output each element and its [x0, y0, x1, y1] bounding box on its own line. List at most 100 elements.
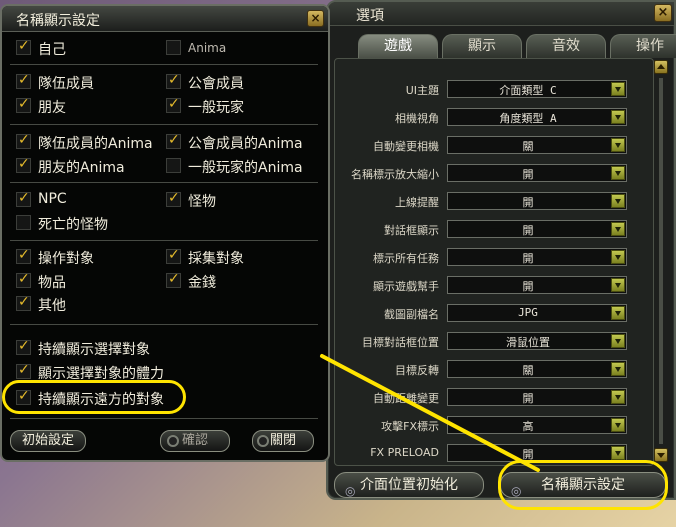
- dropdown-arrow-icon[interactable]: [611, 250, 625, 264]
- reset-ui-position-label: 介面位置初始化: [360, 477, 458, 493]
- setting-value: 滑鼠位置: [506, 336, 550, 349]
- checkbox-label: NPC: [38, 191, 67, 207]
- setting-row: 相機視角 角度類型 A: [335, 105, 635, 133]
- dropdown-arrow-icon[interactable]: [611, 362, 625, 376]
- tab-controls[interactable]: 操作: [610, 34, 676, 58]
- setting-value: 介面類型 C: [499, 84, 557, 97]
- setting-dropdown[interactable]: 開: [447, 248, 627, 266]
- initial-settings-button[interactable]: 初始設定: [10, 430, 86, 452]
- options-close-button[interactable]: ×: [654, 4, 672, 22]
- checkbox-icon[interactable]: [166, 158, 181, 173]
- checkbox-label: 公會成員的Anima: [188, 136, 303, 152]
- dropdown-arrow-icon[interactable]: [611, 194, 625, 208]
- checkbox-icon[interactable]: [16, 294, 31, 311]
- setting-value: 關: [522, 364, 534, 377]
- setting-label: 自動距離變更: [373, 392, 439, 405]
- name-display-close-button[interactable]: ×: [307, 10, 324, 27]
- setting-row: 對話框顯示 開: [335, 217, 635, 245]
- dropdown-arrow-icon[interactable]: [611, 110, 625, 124]
- setting-dropdown[interactable]: JPG: [447, 304, 627, 322]
- setting-row: 顯示遊戲幫手 開: [335, 273, 635, 301]
- checkbox-icon[interactable]: [166, 72, 181, 89]
- setting-dropdown[interactable]: 開: [447, 276, 627, 294]
- options-tabs: 遊戲 顯示 音效 操作: [358, 34, 676, 58]
- setting-dropdown[interactable]: 關: [447, 360, 627, 378]
- game-settings-panel: UI主題 介面類型 C 相機視角 角度類型 A 自動變更相機 關 名稱標示放大縮…: [334, 58, 654, 466]
- checkbox-icon[interactable]: [16, 96, 31, 113]
- setting-value: 開: [522, 196, 534, 209]
- dropdown-arrow-icon[interactable]: [611, 138, 625, 152]
- checkbox-icon[interactable]: [16, 156, 31, 173]
- setting-label: 對話框顯示: [384, 224, 439, 237]
- close-button[interactable]: 關閉: [252, 430, 314, 452]
- setting-label: 目標對話框位置: [362, 336, 439, 349]
- name-display-titlebar[interactable]: 名稱顯示設定 ×: [2, 6, 328, 32]
- checkbox-icon[interactable]: [16, 190, 31, 207]
- checkbox-icon[interactable]: [16, 362, 31, 379]
- checkbox-icon[interactable]: [16, 271, 31, 288]
- setting-row: 上線提醒 開: [335, 189, 635, 217]
- setting-dropdown[interactable]: 開: [447, 192, 627, 210]
- checkbox-label: 一般玩家的Anima: [188, 160, 303, 176]
- checkbox-label: 隊伍成員: [38, 76, 94, 92]
- checkbox-icon[interactable]: [16, 338, 31, 355]
- options-titlebar[interactable]: 選項 ×: [328, 2, 674, 26]
- scroll-up-icon[interactable]: [654, 60, 668, 74]
- dropdown-arrow-icon[interactable]: [611, 82, 625, 96]
- setting-dropdown[interactable]: 滑鼠位置: [447, 332, 627, 350]
- checkbox-icon[interactable]: [16, 132, 31, 149]
- setting-label: FX PRELOAD: [370, 446, 439, 459]
- setting-row: 目標對話框位置 滑鼠位置: [335, 329, 635, 357]
- scroll-track[interactable]: [659, 78, 663, 444]
- divider: [10, 240, 318, 241]
- checkbox-icon[interactable]: [16, 38, 31, 55]
- checkbox-icon[interactable]: [166, 96, 181, 113]
- setting-label: 上線提醒: [395, 196, 439, 209]
- reset-ui-position-button[interactable]: ◎ 介面位置初始化: [334, 472, 484, 498]
- tab-display[interactable]: 顯示: [442, 34, 522, 58]
- divider: [10, 124, 318, 125]
- checkbox-icon[interactable]: [16, 247, 31, 264]
- tab-sound[interactable]: 音效: [526, 34, 606, 58]
- options-scrollbar[interactable]: [654, 60, 668, 462]
- checkbox-icon[interactable]: [166, 190, 181, 207]
- setting-label: 截圖副檔名: [384, 308, 439, 321]
- dropdown-arrow-icon[interactable]: [611, 418, 625, 432]
- setting-dropdown[interactable]: 角度類型 A: [447, 108, 627, 126]
- setting-label: 自動變更相機: [373, 140, 439, 153]
- checkbox-icon[interactable]: [16, 215, 31, 230]
- setting-label: 攻擊FX標示: [381, 420, 439, 433]
- checkbox-icon[interactable]: [166, 247, 181, 264]
- checkbox-icon[interactable]: [166, 40, 181, 55]
- checkbox-icon[interactable]: [16, 72, 31, 89]
- highlight-oval-name-display-button: [498, 460, 668, 510]
- checkbox-label: 怪物: [188, 194, 216, 210]
- checkbox-icon[interactable]: [166, 271, 181, 288]
- setting-dropdown[interactable]: 介面類型 C: [447, 80, 627, 98]
- checkbox-icon[interactable]: [166, 132, 181, 149]
- dropdown-arrow-icon[interactable]: [611, 166, 625, 180]
- dropdown-arrow-icon[interactable]: [611, 334, 625, 348]
- setting-value: 開: [522, 252, 534, 265]
- setting-row: 自動距離變更 開: [335, 385, 635, 413]
- dropdown-arrow-icon[interactable]: [611, 278, 625, 292]
- tab-game[interactable]: 遊戲: [358, 34, 438, 58]
- checkbox-label: 朋友: [38, 100, 66, 116]
- scroll-down-icon[interactable]: [654, 448, 668, 462]
- dropdown-arrow-icon[interactable]: [611, 306, 625, 320]
- setting-dropdown[interactable]: 開: [447, 164, 627, 182]
- dropdown-arrow-icon[interactable]: [611, 390, 625, 404]
- setting-value: JPG: [518, 306, 538, 319]
- highlight-oval-distant-target: [2, 380, 186, 414]
- confirm-button[interactable]: 確認: [160, 430, 230, 452]
- divider: [10, 182, 318, 183]
- setting-dropdown[interactable]: 開: [447, 388, 627, 406]
- options-title: 選項: [356, 8, 384, 24]
- setting-dropdown[interactable]: 高: [447, 416, 627, 434]
- checkbox-label: 自己: [38, 42, 66, 58]
- setting-dropdown[interactable]: 開: [447, 220, 627, 238]
- setting-row: 目標反轉 關: [335, 357, 635, 385]
- dropdown-arrow-icon[interactable]: [611, 446, 625, 460]
- dropdown-arrow-icon[interactable]: [611, 222, 625, 236]
- setting-dropdown[interactable]: 關: [447, 136, 627, 154]
